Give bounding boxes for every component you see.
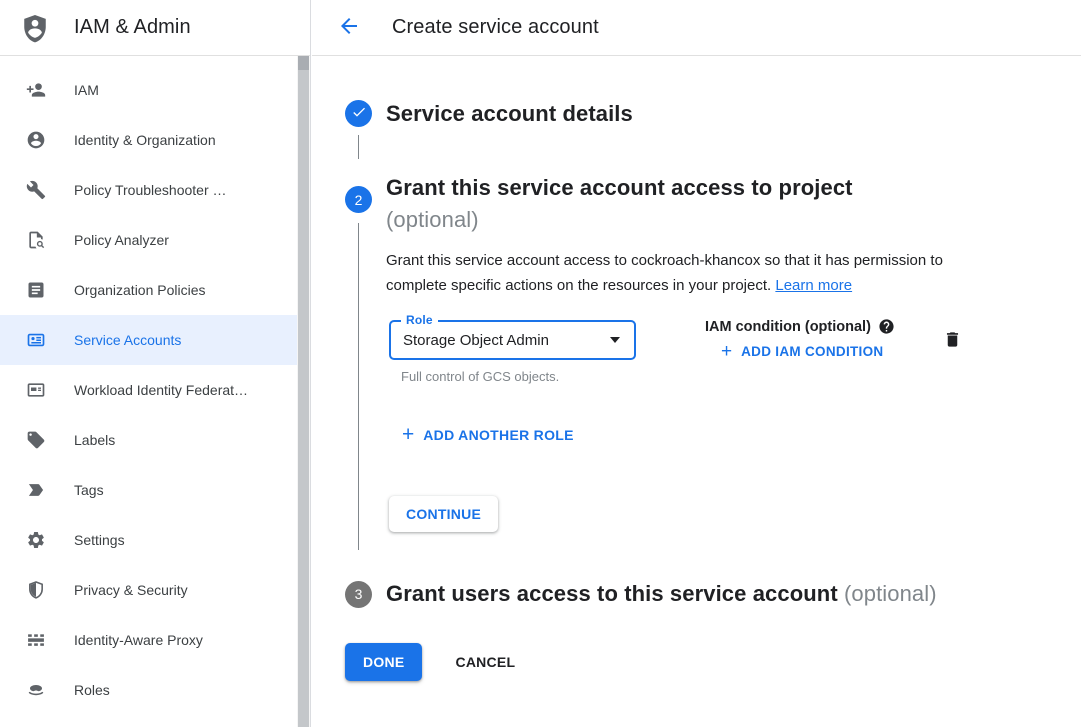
sidebar-item-label: Service Accounts bbox=[74, 332, 181, 348]
sidebar-item-label: Roles bbox=[74, 682, 110, 698]
sidebar-item-identity-organization[interactable]: Identity & Organization bbox=[0, 115, 298, 165]
sidebar-item-iam[interactable]: IAM bbox=[0, 65, 298, 115]
label-important-icon bbox=[24, 478, 48, 502]
step-connector bbox=[358, 135, 359, 159]
sidebar-item-workload-identity-federation[interactable]: Workload Identity Federat… bbox=[0, 365, 298, 415]
sidebar-item-labels[interactable]: Labels bbox=[0, 415, 298, 465]
add-another-role-button[interactable]: + ADD ANOTHER ROLE bbox=[402, 425, 574, 444]
role-select[interactable]: Role Storage Object Admin bbox=[389, 320, 636, 360]
check-icon bbox=[351, 104, 367, 123]
sidebar-scrollbar[interactable] bbox=[297, 56, 310, 727]
step-grant-users-access: 3 Grant users access to this service acc… bbox=[345, 578, 1081, 610]
sidebar-item-service-accounts[interactable]: Service Accounts bbox=[0, 315, 298, 365]
create-service-account-form: Service account details 2 Grant this ser… bbox=[312, 56, 1081, 681]
step-service-account-details: Service account details bbox=[345, 100, 1081, 167]
step-grant-access: 2 Grant this service account access to p… bbox=[345, 172, 1081, 558]
plus-icon: + bbox=[721, 342, 732, 361]
sidebar-item-policy-analyzer[interactable]: Policy Analyzer bbox=[0, 215, 298, 265]
sidebar: IAM & Admin IAM Identity & Organization … bbox=[0, 0, 311, 727]
wrench-icon bbox=[24, 178, 48, 202]
arrow-left-icon bbox=[337, 14, 361, 41]
sidebar-item-label: Tags bbox=[74, 482, 104, 498]
step-2-rail: 2 bbox=[345, 172, 372, 558]
price-tag-icon bbox=[24, 428, 48, 452]
service-account-icon bbox=[24, 328, 48, 352]
sidebar-item-label: Workload Identity Federat… bbox=[74, 382, 248, 398]
hat-icon bbox=[24, 678, 48, 702]
sidebar-item-label: Identity-Aware Proxy bbox=[74, 632, 203, 648]
iam-condition-section: IAM condition (optional) + ADD IAM CONDI… bbox=[705, 318, 895, 361]
role-helper-text: Full control of GCS objects. bbox=[401, 369, 636, 384]
step-3-optional-label: (optional) bbox=[844, 581, 937, 606]
sidebar-item-label: Labels bbox=[74, 432, 115, 448]
step-2-number: 2 bbox=[355, 192, 363, 208]
account-circle-icon bbox=[24, 128, 48, 152]
proxy-icon bbox=[24, 628, 48, 652]
learn-more-link[interactable]: Learn more bbox=[775, 277, 852, 294]
sidebar-item-organization-policies[interactable]: Organization Policies bbox=[0, 265, 298, 315]
card-icon bbox=[24, 378, 48, 402]
step-connector bbox=[358, 223, 359, 550]
step-1-title: Service account details bbox=[386, 100, 633, 127]
role-selected-value: Storage Object Admin bbox=[403, 332, 549, 349]
role-field-label: Role bbox=[401, 313, 438, 327]
done-button[interactable]: DONE bbox=[345, 643, 422, 681]
add-iam-condition-button[interactable]: + ADD IAM CONDITION bbox=[721, 342, 883, 361]
sidebar-item-tags[interactable]: Tags bbox=[0, 465, 298, 515]
delete-role-button[interactable] bbox=[943, 329, 962, 353]
plus-icon: + bbox=[402, 425, 414, 444]
article-icon bbox=[24, 278, 48, 302]
main-header: Create service account bbox=[312, 0, 1081, 56]
sidebar-item-label: Identity & Organization bbox=[74, 132, 216, 148]
step-3-title: Grant users access to this service accou… bbox=[386, 578, 937, 610]
shield-half-icon bbox=[24, 578, 48, 602]
sidebar-header: IAM & Admin bbox=[0, 0, 310, 56]
page-title: Create service account bbox=[392, 16, 599, 39]
sidebar-item-settings[interactable]: Settings bbox=[0, 515, 298, 565]
help-button[interactable] bbox=[878, 318, 895, 335]
sidebar-item-policy-troubleshooter[interactable]: Policy Troubleshooter … bbox=[0, 165, 298, 215]
iam-condition-label: IAM condition (optional) bbox=[705, 319, 871, 335]
sidebar-item-label: Privacy & Security bbox=[74, 582, 188, 598]
shield-person-icon bbox=[20, 13, 50, 43]
form-actions: DONE CANCEL bbox=[345, 643, 1081, 681]
gear-icon bbox=[24, 528, 48, 552]
step-2-indicator[interactable]: 2 bbox=[345, 186, 372, 213]
step-3-number: 3 bbox=[355, 586, 363, 602]
step-3-indicator[interactable]: 3 bbox=[345, 581, 372, 608]
main-panel: Create service account Service account d… bbox=[312, 0, 1081, 727]
cancel-button[interactable]: CANCEL bbox=[455, 654, 515, 670]
role-row: Role Storage Object Admin Full control o… bbox=[386, 320, 982, 384]
step-1-indicator[interactable] bbox=[345, 100, 372, 127]
sidebar-item-privacy-security[interactable]: Privacy & Security bbox=[0, 565, 298, 615]
document-search-icon bbox=[24, 228, 48, 252]
sidebar-nav: IAM Identity & Organization Policy Troub… bbox=[0, 56, 298, 715]
step-2-title: Grant this service account access to pro… bbox=[386, 172, 982, 236]
sidebar-item-label: Policy Analyzer bbox=[74, 232, 169, 248]
continue-button[interactable]: CONTINUE bbox=[389, 496, 498, 532]
step-2-optional-label: (optional) bbox=[386, 207, 479, 232]
iam-admin-page: IAM & Admin IAM Identity & Organization … bbox=[0, 0, 1081, 727]
scrollbar-thumb[interactable] bbox=[298, 56, 309, 727]
sidebar-item-label: IAM bbox=[74, 82, 99, 98]
dropdown-arrow-icon bbox=[610, 337, 620, 343]
sidebar-item-label: Policy Troubleshooter … bbox=[74, 182, 227, 198]
help-icon bbox=[878, 318, 895, 335]
trash-icon bbox=[943, 338, 962, 353]
sidebar-item-label: Settings bbox=[74, 532, 125, 548]
step-2-description: Grant this service account access to coc… bbox=[386, 248, 982, 298]
back-button[interactable] bbox=[337, 16, 361, 40]
role-field-wrap: Role Storage Object Admin Full control o… bbox=[386, 320, 636, 384]
sidebar-item-roles[interactable]: Roles bbox=[0, 665, 298, 715]
step-3-rail: 3 bbox=[345, 581, 372, 608]
sidebar-item-label: Organization Policies bbox=[74, 282, 206, 298]
step-1-rail bbox=[345, 100, 372, 167]
person-add-icon bbox=[24, 78, 48, 102]
product-title: IAM & Admin bbox=[74, 16, 191, 39]
sidebar-item-identity-aware-proxy[interactable]: Identity-Aware Proxy bbox=[0, 615, 298, 665]
